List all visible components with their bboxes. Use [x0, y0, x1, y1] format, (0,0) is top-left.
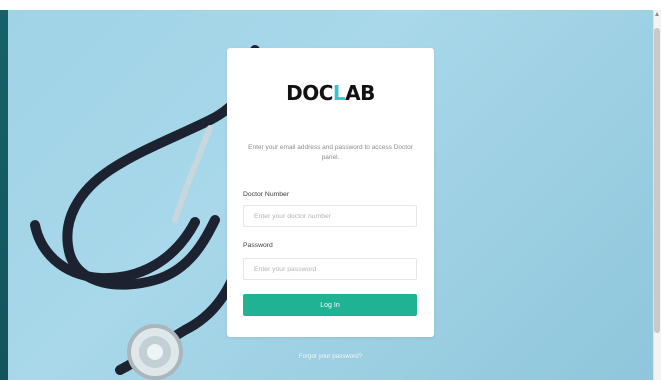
doctor-number-input[interactable]	[252, 211, 408, 221]
doctor-number-field[interactable]	[243, 205, 417, 227]
forgot-password-link[interactable]: Forgot your password?	[0, 353, 661, 360]
login-button[interactable]: Log In	[243, 294, 417, 316]
left-edge-shade	[0, 10, 8, 380]
login-card: DOCLAB Enter your email address and pass…	[227, 48, 434, 337]
password-field[interactable]	[243, 258, 417, 280]
logo-part-l: L	[332, 81, 346, 105]
logo-part-ab: AB	[345, 81, 375, 105]
page-scrollbar[interactable]	[653, 10, 661, 380]
logo-part-doc: DOC	[286, 81, 333, 105]
app-viewport: DOCLAB Enter your email address and pass…	[0, 0, 661, 380]
brand-logo: DOCLAB	[227, 81, 434, 105]
login-subtitle: Enter your email address and password to…	[248, 144, 413, 161]
doctor-number-label: Doctor Number	[243, 191, 290, 198]
scroll-thumb[interactable]	[654, 28, 660, 333]
password-label: Password	[243, 242, 273, 249]
chevron-up-icon[interactable]	[655, 12, 659, 16]
password-input[interactable]	[252, 264, 408, 274]
